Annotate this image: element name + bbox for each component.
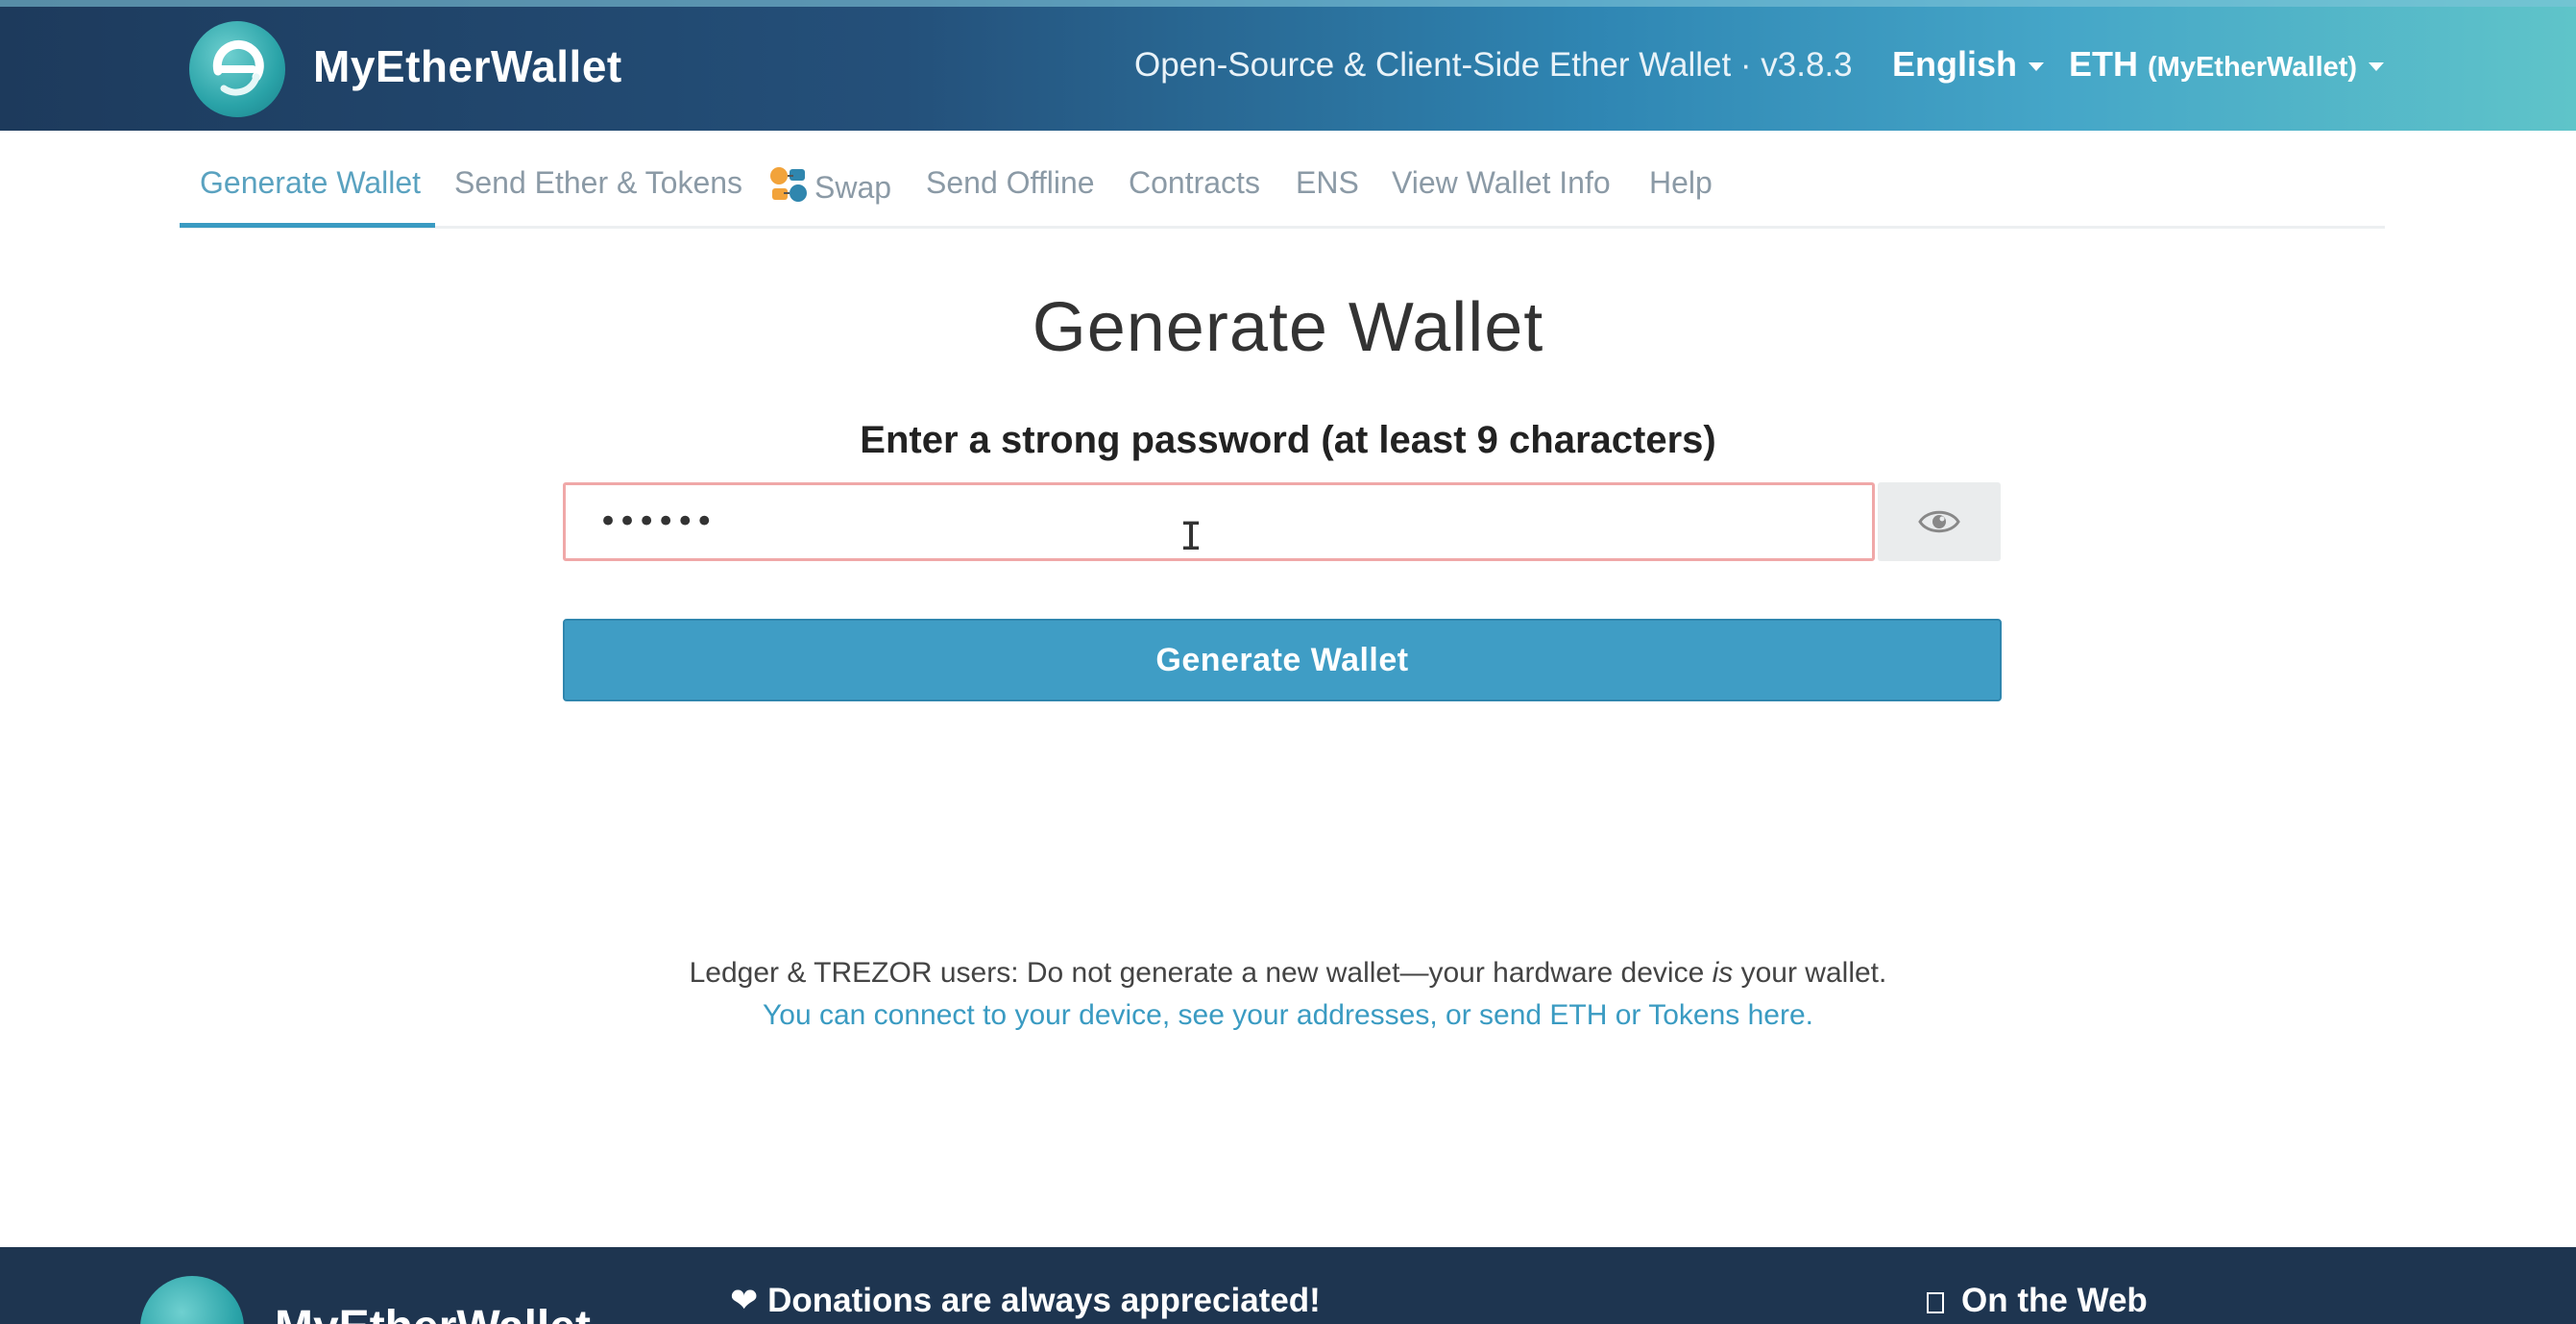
header-tagline: Open-Source & Client-Side Ether Wallet ·… <box>1134 46 1853 84</box>
main-nav: Generate Wallet Send Ether & Tokens Swap… <box>180 131 2385 229</box>
donations-heading: ❤ Donations are always appreciated! <box>730 1282 1321 1320</box>
nav-item-label: View Wallet Info <box>1392 165 1611 200</box>
nav-item-generate-wallet[interactable]: Generate Wallet <box>200 165 421 201</box>
nav-item-view-wallet-info[interactable]: View Wallet Info <box>1392 165 1611 201</box>
square-icon <box>1927 1292 1944 1313</box>
password-input[interactable] <box>563 482 1875 561</box>
app-header: MyEtherWallet Open-Source & Client-Side … <box>0 0 2576 131</box>
nav-item-contracts[interactable]: Contracts <box>1129 165 1260 201</box>
chevron-down-icon <box>2369 61 2385 71</box>
footer-logo-icon <box>140 1276 244 1324</box>
eye-icon <box>1918 510 1960 533</box>
myetherwallet-logo-icon[interactable] <box>189 21 285 117</box>
nav-item-label: Send Ether & Tokens <box>454 165 743 200</box>
nav-item-label: Send Offline <box>926 165 1095 200</box>
note-emphasis: is <box>1712 957 1734 989</box>
swap-icon <box>768 165 809 211</box>
brand-name[interactable]: MyEtherWallet <box>313 40 622 92</box>
hardware-wallet-link[interactable]: You can connect to your device, see your… <box>0 999 2576 1032</box>
nav-item-label: Help <box>1649 165 1713 200</box>
active-tab-underline <box>180 223 435 228</box>
hardware-wallet-note: Ledger & TREZOR users: Do not generate a… <box>0 957 2576 990</box>
chevron-down-icon <box>2029 61 2045 71</box>
language-dropdown[interactable]: English <box>1892 44 2045 85</box>
language-label: English <box>1892 44 2018 84</box>
on-the-web-heading: On the Web <box>1927 1282 2148 1320</box>
nav-item-swap[interactable]: Swap <box>768 165 891 211</box>
note-text: your wallet. <box>1733 957 1887 989</box>
heart-icon: ❤ <box>730 1282 759 1319</box>
nav-item-help[interactable]: Help <box>1649 165 1713 201</box>
app-footer: MyEtherWallet ❤ Donations are always app… <box>0 1247 2576 1324</box>
nav-item-label: ENS <box>1296 165 1359 200</box>
text-cursor-icon: I <box>1179 515 1203 559</box>
network-dropdown[interactable]: ETH (MyEtherWallet) <box>2069 44 2385 85</box>
nav-item-send-ether-tokens[interactable]: Send Ether & Tokens <box>454 165 742 201</box>
note-text: Ledger & TREZOR users: Do not generate a… <box>689 957 1713 989</box>
nav-item-send-offline[interactable]: Send Offline <box>926 165 1095 201</box>
nav-item-label: Contracts <box>1129 165 1260 200</box>
generate-wallet-button[interactable]: Generate Wallet <box>563 619 2002 701</box>
password-prompt: Enter a strong password (at least 9 char… <box>860 419 1716 461</box>
nav-item-label: Generate Wallet <box>200 165 422 200</box>
nav-item-label: Swap <box>814 170 892 205</box>
nav-item-ens[interactable]: ENS <box>1296 165 1359 201</box>
page-title: Generate Wallet <box>1032 289 1544 366</box>
show-password-button[interactable] <box>1878 482 2001 561</box>
footer-brand: MyEtherWallet <box>275 1301 591 1324</box>
header-top-line <box>0 0 2576 7</box>
donations-label: Donations are always appreciated! <box>767 1282 1321 1319</box>
network-main-label: ETH <box>2069 44 2138 84</box>
on-the-web-label: On the Web <box>1961 1282 2148 1319</box>
network-node-label: (MyEtherWallet) <box>2148 52 2358 83</box>
